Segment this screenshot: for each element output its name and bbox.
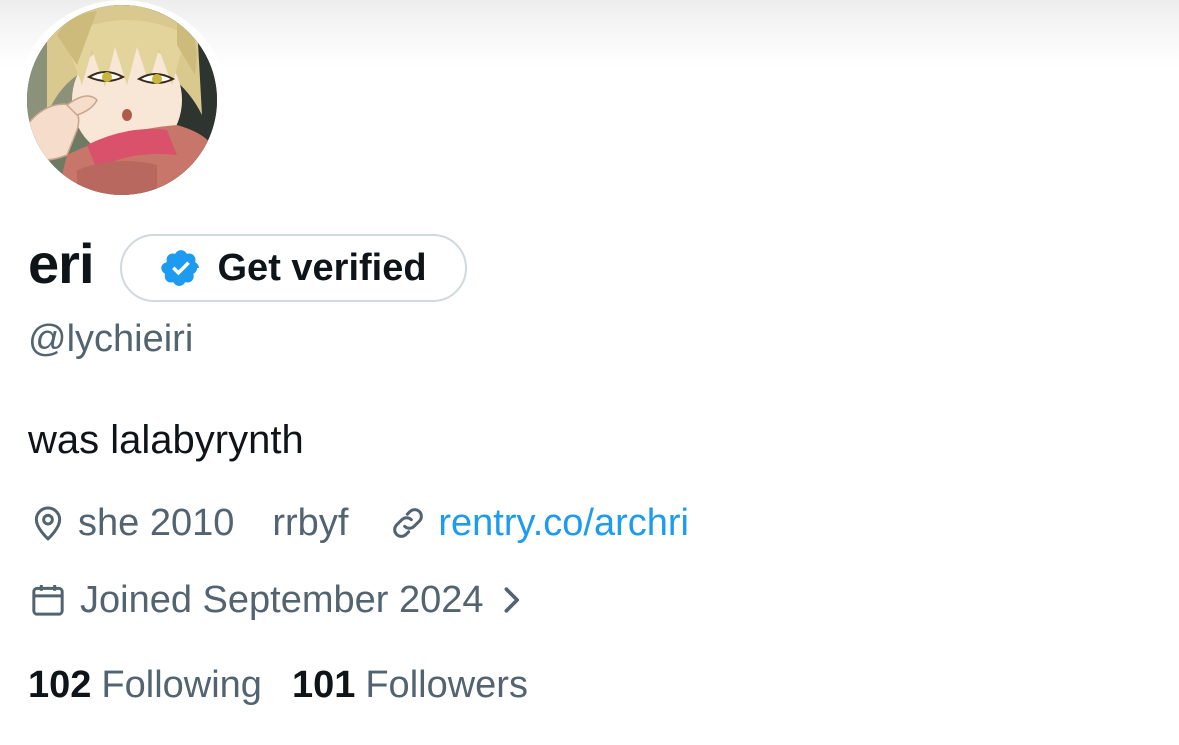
- profile-link[interactable]: rentry.co/archri: [438, 502, 689, 545]
- calendar-icon: [28, 580, 68, 620]
- follow-stats: 102 Following 101 Followers: [28, 662, 528, 708]
- display-name: eri: [28, 232, 94, 295]
- joined-row[interactable]: Joined September 2024: [28, 577, 524, 623]
- followers-count: 101: [291, 663, 356, 706]
- following-count: 102: [28, 663, 92, 706]
- location-pin-icon: [28, 503, 68, 543]
- profile-extra-text: rrbyf: [272, 501, 349, 544]
- chevron-right-icon: [498, 583, 524, 617]
- name-row: eri Get verified: [28, 232, 467, 304]
- joined-text: Joined September 2024: [80, 578, 484, 621]
- following-link[interactable]: 102 Following: [28, 664, 262, 707]
- link-icon: [388, 503, 428, 543]
- location-text: she 2010: [78, 501, 235, 544]
- user-handle: @lychieiri: [28, 318, 194, 360]
- following-label: Following: [101, 663, 262, 706]
- profile-meta-row: she 2010 rrbyf rentry.co/archri: [28, 500, 689, 546]
- followers-link[interactable]: 101 Followers: [292, 664, 528, 707]
- get-verified-label: Get verified: [217, 246, 427, 289]
- anime-character-avatar: [27, 5, 217, 195]
- followers-label: Followers: [365, 663, 528, 706]
- get-verified-button[interactable]: Get verified: [119, 234, 467, 302]
- profile-bio: was lalabyrynth: [28, 418, 304, 462]
- avatar[interactable]: [27, 5, 217, 195]
- verified-badge-icon: [160, 247, 202, 289]
- profile-page: eri Get verified @lychieiri was lalabyry…: [0, 0, 1179, 745]
